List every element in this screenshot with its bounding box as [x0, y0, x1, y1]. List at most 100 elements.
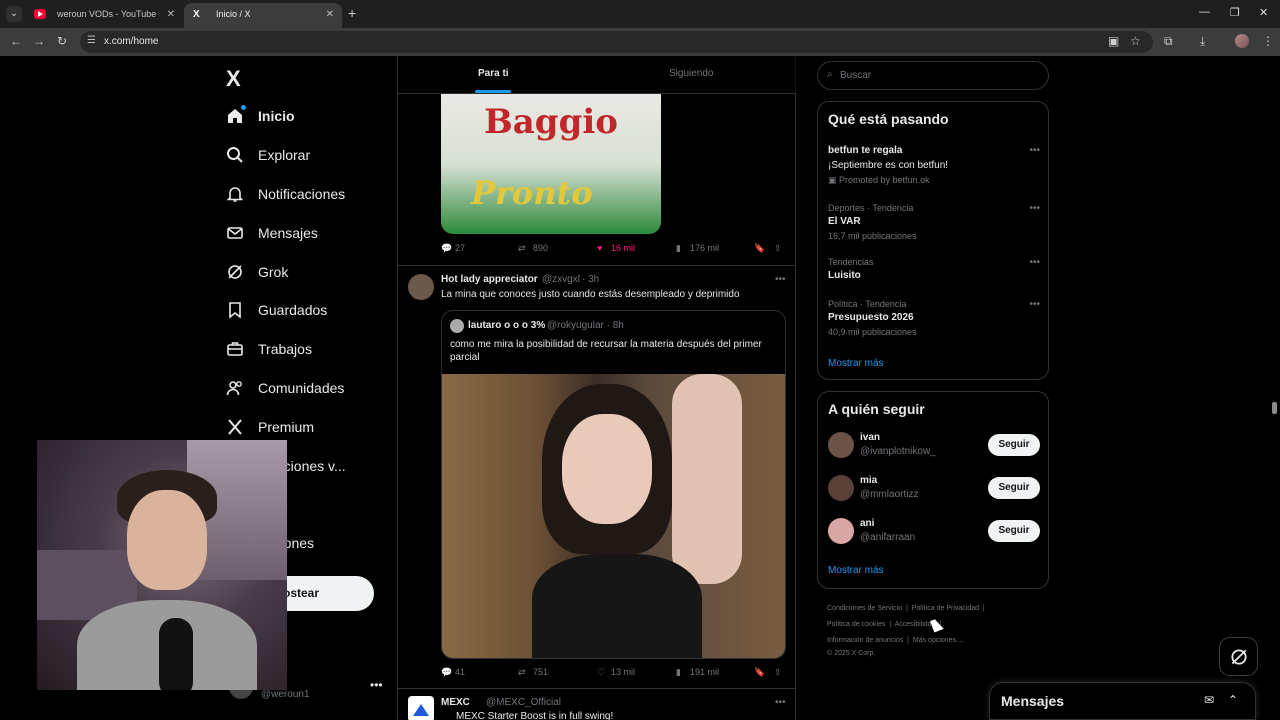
tab-siguiendo[interactable]: Siguiendo [669, 68, 713, 79]
minimize-icon[interactable]: — [1199, 6, 1210, 18]
reply-icon[interactable]: 💬 [441, 243, 452, 254]
nav-item-inicio[interactable]: Inicio [226, 102, 295, 130]
post-author-handle[interactable]: @zxvgxl [542, 274, 580, 285]
nav-label: Guardados [258, 302, 328, 318]
show-more-link[interactable]: Mostrar más [828, 358, 884, 369]
tab-para-ti[interactable]: Para ti [478, 68, 509, 79]
post-more-icon[interactable]: ••• [775, 274, 786, 285]
tab-title: weroun VODs - YouTube [57, 9, 157, 19]
follow-button[interactable]: Seguir [988, 477, 1040, 499]
nav-item-trabajos[interactable]: Trabajos [226, 335, 312, 363]
quoted-post[interactable]: lautaro o o o 3% @rokyugular · 8h como m… [441, 310, 786, 659]
quoted-text: como me mira la posibilidad de recursar … [450, 339, 762, 363]
trend-item[interactable]: Tendencias Luisito ••• [828, 257, 1040, 285]
trend-more-icon[interactable]: ••• [1029, 257, 1040, 268]
post-author-handle[interactable]: @MEXC_Official [486, 697, 561, 708]
post-divider [398, 265, 796, 266]
image-arm [672, 374, 742, 584]
grok-button[interactable] [1219, 637, 1258, 676]
x-app: X Inicio Explorar Notificaciones Mensaje… [0, 56, 1280, 720]
nav-item-mensajes[interactable]: Mensajes [226, 219, 318, 247]
bookmark-icon[interactable]: 🔖 [754, 667, 765, 678]
nav-item-notificaciones[interactable]: Notificaciones [226, 180, 345, 208]
trend-item[interactable]: Política · Tendencia Presupuesto 2026 40… [828, 299, 1040, 337]
footer-link-ads[interactable]: Información de anuncios [827, 637, 903, 644]
trend-item[interactable]: Deportes · Tendencia El VAR 16,7 mil pub… [828, 203, 1040, 241]
cast-icon[interactable]: ▣ [1108, 34, 1119, 48]
new-tab-button[interactable]: + [348, 5, 356, 21]
follow-name: mia [860, 475, 878, 486]
footer-link-cookies[interactable]: Política de cookies [827, 621, 885, 628]
follow-suggestion[interactable]: ani @anifarraan Seguir [828, 518, 1040, 548]
star-icon[interactable]: ☆ [1130, 34, 1141, 48]
back-icon[interactable]: ← [10, 34, 22, 48]
restore-icon[interactable]: ❐ [1230, 6, 1240, 19]
trend-title: El VAR [828, 216, 861, 227]
trend-title: betfun te regala [828, 145, 903, 156]
quoted-handle: @rokyugular [547, 320, 604, 331]
nav-item-comunidades[interactable]: Comunidades [226, 374, 344, 402]
footer-link-privacy[interactable]: Política de Privacidad [912, 605, 979, 612]
reply-icon[interactable]: 💬 [441, 667, 452, 678]
avatar[interactable] [408, 696, 434, 720]
nav-label: Inicio [258, 108, 295, 124]
avatar [828, 475, 854, 501]
extensions-icon[interactable]: ⧉ [1164, 34, 1173, 49]
nav-item-guardados[interactable]: Guardados [226, 296, 327, 324]
show-more-link[interactable]: Mostrar más [828, 565, 884, 576]
download-icon[interactable]: ⤓ [1200, 34, 1205, 49]
messages-drawer[interactable]: Mensajes ✉ ⌃ [989, 682, 1256, 720]
avatar [450, 319, 464, 333]
follow-button[interactable]: Seguir [988, 520, 1040, 542]
post-author-name[interactable]: MEXC [441, 697, 470, 708]
post-author-name[interactable]: Hot lady appreciator [441, 274, 538, 285]
new-message-icon[interactable]: ✉ [1204, 693, 1214, 707]
views-icon[interactable]: ▮ [676, 667, 681, 678]
close-tab-icon[interactable]: ✕ [167, 3, 175, 26]
bookmark-icon[interactable]: 🔖 [754, 243, 765, 254]
post-more-icon[interactable]: ••• [775, 697, 786, 708]
address-bar[interactable]: ☰ x.com/home [80, 31, 1153, 53]
share-icon[interactable]: ⇪ [774, 243, 782, 254]
trend-item[interactable]: betfun te regala ¡Septiembre es con betf… [828, 145, 1040, 186]
nav-item-grok[interactable]: Grok [226, 258, 288, 286]
expand-icon[interactable]: ⌃ [1228, 693, 1238, 707]
search-input[interactable]: ⌕ Buscar [817, 61, 1049, 90]
follow-button[interactable]: Seguir [988, 434, 1040, 456]
follow-suggestion[interactable]: ivan @ivanplotnikow_ Seguir [828, 432, 1040, 462]
like-icon[interactable]: ♡ [597, 667, 605, 678]
browser-tab-x[interactable]: X Inicio / X ✕ [184, 3, 342, 28]
post-image[interactable]: Baggio Pronto [441, 94, 661, 234]
repost-icon[interactable]: ⇄ [518, 667, 526, 678]
quoted-image[interactable] [442, 374, 785, 658]
repost-count: 751 [533, 667, 549, 677]
views-icon[interactable]: ▮ [676, 243, 681, 254]
site-info-icon[interactable]: ☰ [87, 35, 96, 46]
reload-icon[interactable]: ↻ [57, 34, 67, 48]
footer-link-accessibility[interactable]: Accesibilidad [895, 621, 936, 628]
browser-profile-avatar[interactable] [1235, 34, 1249, 48]
trend-more-icon[interactable]: ••• [1029, 203, 1040, 214]
close-window-icon[interactable]: ✕ [1259, 6, 1268, 19]
like-icon[interactable]: ♥ [597, 243, 602, 253]
notification-dot [241, 105, 246, 110]
tab-search-button[interactable]: ⌄ [6, 6, 22, 22]
trend-more-icon[interactable]: ••• [1029, 299, 1040, 310]
nav-item-premium[interactable]: Premium [226, 413, 314, 441]
share-icon[interactable]: ⇪ [774, 667, 782, 678]
follow-suggestion[interactable]: mia @mmlaortizz Seguir [828, 475, 1040, 505]
browser-tab-youtube[interactable]: weroun VODs - YouTube ✕ [25, 3, 183, 28]
scrollbar-thumb[interactable] [1272, 402, 1277, 414]
menu-icon[interactable]: ⋮ [1262, 34, 1274, 48]
close-tab-icon[interactable]: ✕ [326, 3, 334, 26]
account-more-icon[interactable]: ••• [370, 678, 383, 692]
footer-link-terms[interactable]: Condiciones de Servicio [827, 605, 902, 612]
repost-icon[interactable]: ⇄ [518, 243, 526, 254]
footer-link-more[interactable]: Más opciones ... [913, 637, 964, 644]
nav-item-explorar[interactable]: Explorar [226, 141, 310, 169]
x-logo-icon[interactable]: X [226, 66, 241, 92]
trend-more-icon[interactable]: ••• [1029, 145, 1040, 156]
forward-icon[interactable]: → [33, 34, 45, 48]
account-handle: @weroun1 [261, 689, 310, 700]
avatar[interactable] [408, 274, 434, 300]
